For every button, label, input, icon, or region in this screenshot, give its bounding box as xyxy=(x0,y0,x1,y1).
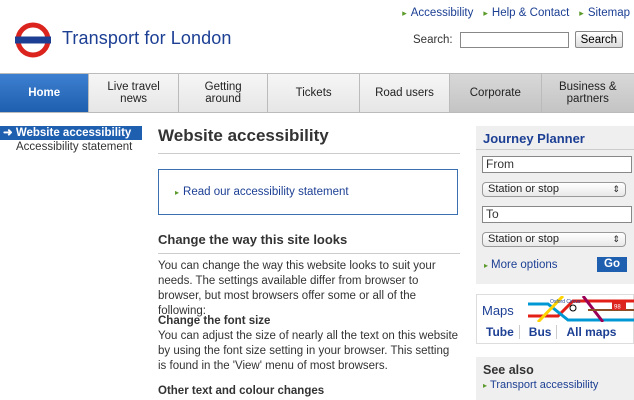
toplink-label: Sitemap xyxy=(587,7,630,19)
journey-planner: Journey Planner From Station or stop ⇕ To… xyxy=(476,126,634,284)
more-options-label: More options xyxy=(491,259,558,271)
tab-home[interactable]: Home xyxy=(0,74,90,112)
arrow-icon: ▸ xyxy=(579,8,584,18)
search-bar: Search: Search xyxy=(413,31,624,48)
map-station-label: Oxford Circus xyxy=(550,299,581,305)
font-size-heading: Change the font size xyxy=(158,315,271,327)
tab-corporate[interactable]: Corporate xyxy=(450,74,542,112)
page-title: Website accessibility xyxy=(158,126,460,154)
select-value: Station or stop xyxy=(488,233,559,245)
arrow-icon: ▸ xyxy=(175,188,180,197)
section-nav-current[interactable]: ➜ Website accessibility xyxy=(0,126,142,140)
journey-planner-title: Journey Planner xyxy=(476,126,634,150)
more-options-link[interactable]: ▸ More options xyxy=(484,259,558,271)
maps-link-tube[interactable]: Tube xyxy=(477,325,520,339)
down-arrow-icon: ➜ xyxy=(3,127,13,139)
main-nav: Home Live travel news Getting around Tic… xyxy=(0,73,634,113)
select-value: Station or stop xyxy=(488,183,559,195)
accessibility-statement-link[interactable]: ▸ Read our accessibility statement xyxy=(175,186,349,198)
section-nav: ➜ Website accessibility Accessibility st… xyxy=(0,126,142,153)
go-button[interactable]: Go xyxy=(597,257,627,272)
arrow-icon: ▸ xyxy=(483,381,488,390)
tab-live-travel-news[interactable]: Live travel news xyxy=(89,74,179,112)
maps-link-all-maps[interactable]: All maps xyxy=(557,325,621,339)
section-nav-current-label: Website accessibility xyxy=(15,127,132,139)
toplink-accessibility[interactable]: ▸ Accessibility xyxy=(402,7,473,19)
toplink-sitemap[interactable]: ▸ Sitemap xyxy=(579,7,630,19)
map-bus-label: 98 xyxy=(614,305,621,311)
tab-tickets[interactable]: Tickets xyxy=(268,74,360,112)
font-size-paragraph: You can adjust the size of nearly all th… xyxy=(158,330,459,372)
tube-map-thumbnail[interactable]: Oxford Circus 98 xyxy=(528,296,634,322)
chevron-updown-icon: ⇕ xyxy=(612,184,620,194)
brand-name[interactable]: Transport for London xyxy=(62,28,231,49)
chevron-updown-icon: ⇕ xyxy=(612,234,620,244)
arrow-icon: ▸ xyxy=(484,261,489,270)
tab-business-partners[interactable]: Business & partners xyxy=(541,74,634,112)
arrow-icon: ▸ xyxy=(402,8,407,18)
search-button[interactable]: Search xyxy=(574,31,624,48)
search-label: Search: xyxy=(413,33,453,46)
see-also-title: See also xyxy=(483,363,534,377)
toplink-help-contact[interactable]: ▸ Help & Contact xyxy=(483,7,569,19)
toplink-label: Help & Contact xyxy=(491,7,570,19)
to-type-select[interactable]: Station or stop ⇕ xyxy=(482,232,626,247)
link-label: Transport accessibility xyxy=(490,379,599,391)
maps-links: Tube Bus All maps xyxy=(477,325,634,339)
section-heading: Change the way this site looks xyxy=(158,232,460,254)
tab-getting-around[interactable]: Getting around xyxy=(178,74,269,112)
maps-link-bus[interactable]: Bus xyxy=(520,325,558,339)
tab-road-users[interactable]: Road users xyxy=(359,74,451,112)
intro-paragraph: You can change the way this website look… xyxy=(158,260,436,317)
see-also-panel: See also ▸ Transport accessibility xyxy=(476,357,634,400)
maps-title: Maps xyxy=(482,303,514,318)
link-label: Read our accessibility statement xyxy=(183,186,349,198)
colour-changes-heading: Other text and colour changes xyxy=(158,385,325,397)
main-content: Website accessibility ▸ Read our accessib… xyxy=(158,126,460,397)
search-input[interactable] xyxy=(459,31,569,48)
transport-accessibility-link[interactable]: ▸ Transport accessibility xyxy=(476,377,634,391)
tfl-roundel-logo[interactable] xyxy=(14,21,52,59)
from-input[interactable]: From xyxy=(482,156,632,173)
arrow-icon: ▸ xyxy=(483,8,488,18)
maps-panel: Maps Oxford Circus 98 Tube Bus All maps xyxy=(476,294,634,344)
toplink-label: Accessibility xyxy=(410,7,474,19)
statement-box: ▸ Read our accessibility statement xyxy=(158,169,458,215)
section-nav-item-accessibility-statement[interactable]: Accessibility statement xyxy=(0,141,142,153)
top-links: ▸ Accessibility ▸ Help & Contact ▸ Sitemap xyxy=(402,7,630,19)
from-type-select[interactable]: Station or stop ⇕ xyxy=(482,182,626,197)
to-input[interactable]: To xyxy=(482,206,632,223)
